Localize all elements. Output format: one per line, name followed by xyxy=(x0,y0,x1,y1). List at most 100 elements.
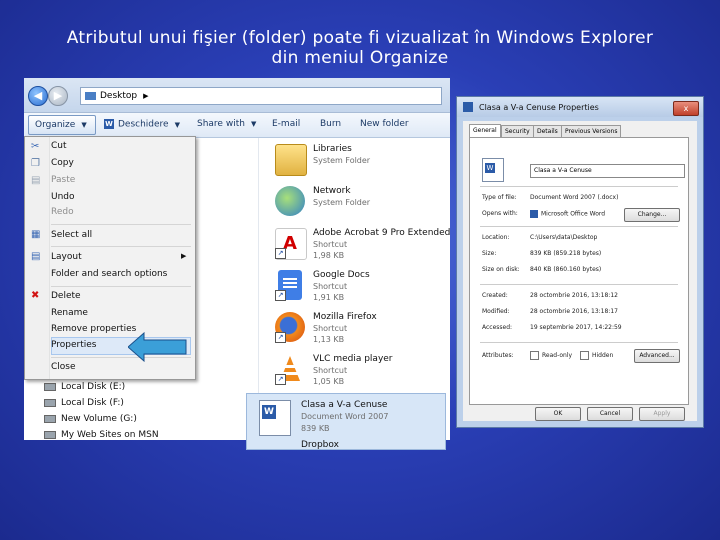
address-bar-area: ◀ ▶ Desktop ▶ xyxy=(24,78,450,113)
drive-label: New Volume (G:) xyxy=(61,414,137,424)
new-folder-button[interactable]: New folder xyxy=(360,119,409,129)
item-type: Document Word 2007 xyxy=(301,412,389,421)
menu-item-cut[interactable]: Cut xyxy=(51,141,67,151)
dialog-titlebar: Clasa a V-a Cenuse Properties x xyxy=(457,97,703,117)
select-all-icon: ▦ xyxy=(31,229,41,240)
advanced-button[interactable]: Advanced... xyxy=(634,349,680,363)
scissors-icon: ✂ xyxy=(31,141,40,152)
list-item-firefox[interactable]: ↗ Mozilla Firefox Shortcut 1,13 KB xyxy=(275,310,445,350)
menu-item-copy[interactable]: Copy xyxy=(51,158,74,168)
divider xyxy=(480,186,678,187)
list-item-libraries[interactable]: Libraries System Folder xyxy=(275,142,445,182)
command-bar: Organize ▼ W Deschidere ▼ Share with ▼ E-mai… xyxy=(24,113,450,138)
item-name: Google Docs xyxy=(313,270,370,280)
menu-item-paste[interactable]: Paste xyxy=(51,175,75,185)
shortcut-arrow-icon: ↗ xyxy=(275,332,286,343)
checkbox-box xyxy=(580,351,589,360)
word-icon xyxy=(530,210,538,218)
menu-item-select-all[interactable]: Select all xyxy=(51,230,92,240)
word-icon xyxy=(463,102,473,112)
chevron-right-icon: ▶ xyxy=(181,252,187,260)
chevron-down-icon: ▼ xyxy=(174,120,180,129)
share-label: Share with xyxy=(197,119,245,129)
share-with-button[interactable]: Share with ▼ xyxy=(197,119,256,129)
checkbox-box xyxy=(530,351,539,360)
item-size: 1,05 KB xyxy=(313,377,345,386)
accessed-value: 19 septembrie 2017, 14:22:59 xyxy=(530,324,622,331)
created-value: 28 octombrie 2016, 13:18:12 xyxy=(530,292,618,299)
web-folder-icon xyxy=(44,430,56,439)
file-name-field[interactable]: Clasa a V-a Cenuse xyxy=(530,164,685,178)
size-label: Size: xyxy=(482,250,497,257)
type-label: Type of file: xyxy=(482,194,517,201)
folder-icon xyxy=(85,91,96,100)
item-name: Libraries xyxy=(313,144,352,154)
word-document-icon: W xyxy=(259,400,291,436)
drive-g[interactable]: New Volume (G:) xyxy=(44,414,137,424)
menu-item-rename[interactable]: Rename xyxy=(51,308,88,318)
menu-item-folder-options[interactable]: Folder and search options xyxy=(51,269,167,279)
item-size: 1,91 KB xyxy=(313,293,345,302)
apply-button[interactable]: Apply xyxy=(639,407,685,421)
item-type: System Folder xyxy=(313,156,371,165)
ok-button[interactable]: OK xyxy=(535,407,581,421)
list-item-acrobat[interactable]: A ↗ Adobe Acrobat 9 Pro Extended Shortcu… xyxy=(275,226,450,266)
size-on-disk-value: 840 KB (860.160 bytes) xyxy=(530,266,602,273)
item-type: Shortcut xyxy=(313,366,348,375)
menu-item-remove-properties[interactable]: Remove properties xyxy=(51,324,136,334)
list-item-vlc[interactable]: ↗ VLC media player Shortcut 1,05 KB xyxy=(275,352,445,392)
item-name: Mozilla Firefox xyxy=(313,312,377,322)
menu-item-layout[interactable]: Layout ▶ xyxy=(51,252,186,262)
organize-button[interactable]: Organize ▼ xyxy=(28,115,96,135)
pointer-arrow xyxy=(128,332,187,362)
item-type: System Folder xyxy=(313,198,371,207)
item-type: Shortcut xyxy=(313,282,348,291)
drive-label: Local Disk (E:) xyxy=(61,382,126,392)
menu-item-delete[interactable]: Delete xyxy=(51,291,81,301)
back-button[interactable]: ◀ xyxy=(28,86,48,106)
libraries-icon xyxy=(275,144,307,176)
tab-general[interactable]: General xyxy=(469,124,501,138)
delete-icon: ✖ xyxy=(31,290,40,301)
disk-icon xyxy=(44,398,56,407)
close-button[interactable]: x xyxy=(673,101,699,116)
address-bar[interactable]: Desktop ▶ xyxy=(80,87,442,105)
menu-item-close[interactable]: Close xyxy=(51,362,76,372)
divider xyxy=(480,226,678,227)
readonly-checkbox[interactable]: Read-only xyxy=(530,351,572,360)
cancel-button[interactable]: Cancel xyxy=(587,407,633,421)
item-type: Shortcut xyxy=(313,240,348,249)
menu-item-redo[interactable]: Redo xyxy=(51,207,74,217)
item-type: Shortcut xyxy=(313,324,348,333)
copy-icon: ❐ xyxy=(31,158,40,169)
item-size: 1,13 KB xyxy=(313,335,345,344)
drive-e[interactable]: Local Disk (E:) xyxy=(44,382,125,392)
email-button[interactable]: E-mail xyxy=(272,119,300,129)
size-on-disk-label: Size on disk: xyxy=(482,266,520,273)
item-name: Clasa a V-a Cenuse xyxy=(301,400,388,410)
address-text: Desktop xyxy=(100,91,138,101)
shortcut-arrow-icon: ↗ xyxy=(275,374,286,385)
shortcut-arrow-icon: ↗ xyxy=(275,248,286,259)
chevron-down-icon: ▼ xyxy=(250,120,257,128)
layout-icon: ▤ xyxy=(31,251,41,262)
next-item-dropbox[interactable]: Dropbox xyxy=(301,440,339,450)
menu-item-undo[interactable]: Undo xyxy=(51,192,75,202)
drive-f[interactable]: Local Disk (F:) xyxy=(44,398,124,408)
my-web-sites[interactable]: My Web Sites on MSN xyxy=(44,430,159,440)
open-button[interactable]: W Deschidere ▼ xyxy=(104,119,180,130)
dialog-title: Clasa a V-a Cenuse Properties xyxy=(479,103,599,112)
word-document-icon: W xyxy=(482,158,504,182)
disk-icon xyxy=(44,382,56,391)
hidden-checkbox[interactable]: Hidden xyxy=(580,351,613,360)
shortcut-arrow-icon: ↗ xyxy=(275,290,286,301)
forward-button[interactable]: ▶ xyxy=(48,86,68,106)
list-item-google-docs[interactable]: ↗ Google Docs Shortcut 1,91 KB xyxy=(275,268,445,308)
menu-item-properties[interactable]: Properties xyxy=(51,340,96,350)
selected-file-item[interactable]: W Clasa a V-a Cenuse Document Word 2007 … xyxy=(246,393,446,450)
chevron-right-icon[interactable]: ▶ xyxy=(143,92,148,100)
burn-button[interactable]: Burn xyxy=(320,119,341,129)
list-item-network[interactable]: Network System Folder xyxy=(275,184,445,224)
item-name: VLC media player xyxy=(313,354,393,364)
change-button[interactable]: Change... xyxy=(624,208,680,222)
